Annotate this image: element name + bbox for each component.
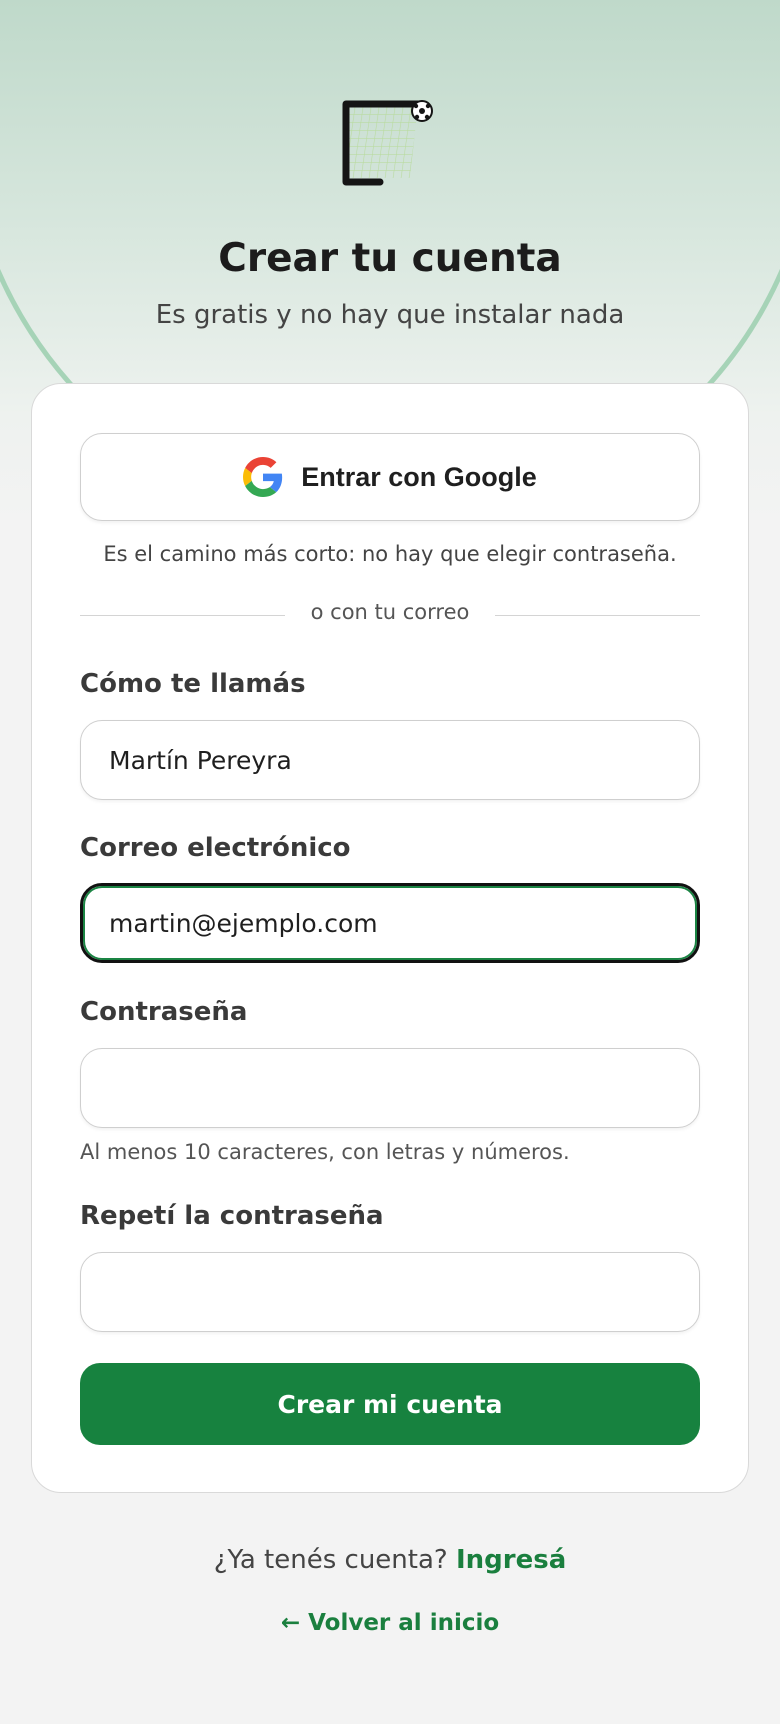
- page-title: Crear tu cuenta: [218, 236, 562, 281]
- google-hint-text: Es el camino más corto: no hay que elegi…: [103, 542, 677, 566]
- google-signin-button[interactable]: Entrar con Google: [80, 433, 700, 521]
- or-divider: o con tu correo: [80, 600, 700, 630]
- login-link[interactable]: Ingresá: [456, 1545, 566, 1575]
- email-label: Correo electrónico: [80, 833, 351, 863]
- google-logo-icon: [243, 457, 283, 497]
- password-confirm-input[interactable]: [80, 1252, 700, 1332]
- divider-line-right: [495, 615, 700, 616]
- name-input[interactable]: [80, 720, 700, 800]
- create-account-button[interactable]: Crear mi cuenta: [80, 1363, 700, 1445]
- login-prompt: ¿Ya tenés cuenta? Ingresá: [0, 1545, 780, 1575]
- password-label: Contraseña: [80, 997, 248, 1027]
- google-signin-label: Entrar con Google: [301, 461, 537, 492]
- login-prompt-text: ¿Ya tenés cuenta?: [213, 1545, 448, 1575]
- name-label: Cómo te llamás: [80, 669, 306, 699]
- goal-net-logo-icon: [342, 100, 433, 186]
- password-confirm-label: Repetí la contraseña: [80, 1201, 384, 1231]
- page-subtitle: Es gratis y no hay que instalar nada: [155, 300, 625, 330]
- back-home-link[interactable]: ← Volver al inicio: [0, 1610, 780, 1636]
- signup-card: Entrar con Google Es el camino más corto…: [31, 383, 749, 1493]
- password-help-text: Al menos 10 caracteres, con letras y núm…: [80, 1140, 570, 1164]
- divider-label: o con tu correo: [310, 600, 470, 624]
- email-input[interactable]: [80, 883, 700, 963]
- password-input[interactable]: [80, 1048, 700, 1128]
